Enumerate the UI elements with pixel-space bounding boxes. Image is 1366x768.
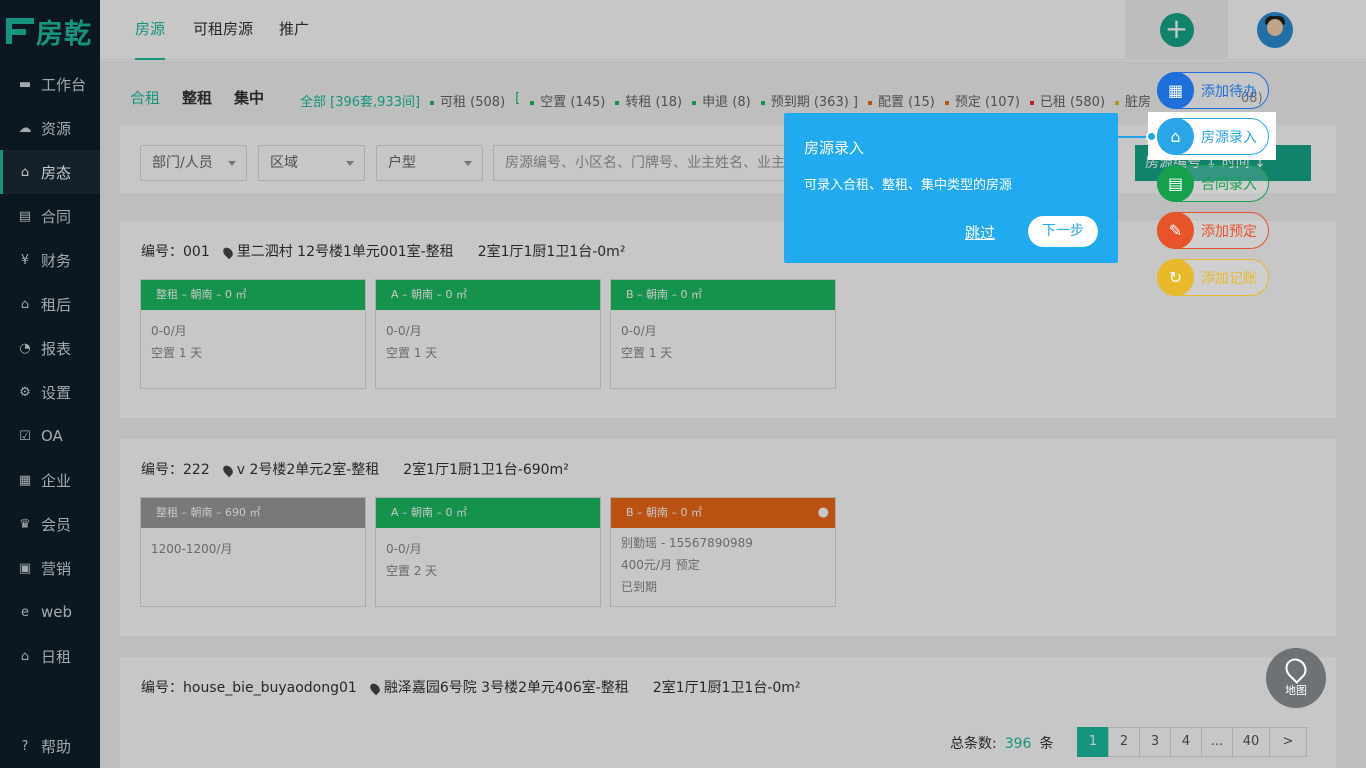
map-button[interactable]: 地图: [1266, 648, 1326, 708]
add-contract-button[interactable]: ▤ 合同录入: [1157, 165, 1269, 202]
add-reservation-button[interactable]: ✎ 添加预定: [1157, 212, 1269, 249]
tour-skip-button[interactable]: 跳过: [965, 222, 995, 243]
add-bookkeeping-button[interactable]: ↻ 添加记账: [1157, 259, 1269, 296]
tour-next-button[interactable]: 下一步: [1028, 216, 1098, 247]
edit-icon: ✎: [1157, 212, 1194, 249]
calendar-icon: ▦: [1157, 72, 1194, 109]
house-add-icon: ⌂: [1157, 118, 1194, 155]
contract-icon: ▤: [1157, 165, 1194, 202]
refresh-icon: ↻: [1157, 259, 1194, 296]
tour-connector-dot: [1146, 131, 1157, 142]
tour-tooltip: 房源录入 可录入合租、整租、集中类型的房源 跳过 下一步: [784, 113, 1118, 263]
tour-title: 房源录入: [804, 139, 865, 157]
add-listing-button[interactable]: ⌂ 房源录入: [1157, 118, 1269, 155]
add-todo-button[interactable]: ▦ 添加待办: [1157, 72, 1269, 109]
tour-description: 可录入合租、整租、集中类型的房源: [804, 178, 1013, 193]
map-pin-icon: [1281, 654, 1311, 684]
